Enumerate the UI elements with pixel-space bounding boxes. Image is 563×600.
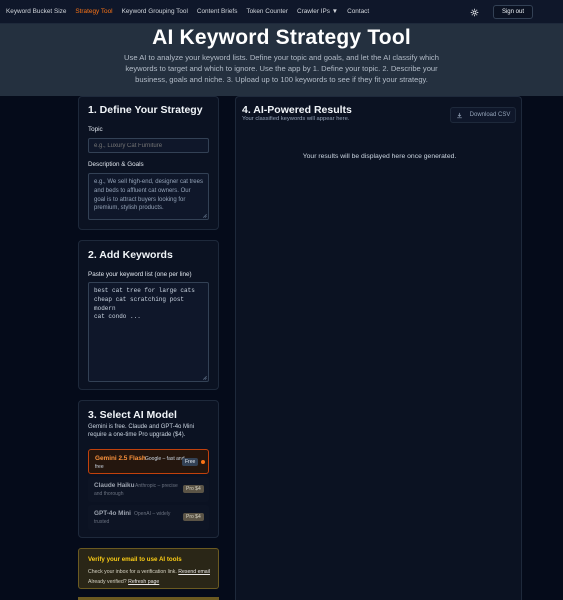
nav-strategy-tool[interactable]: Strategy Tool bbox=[75, 8, 112, 15]
selected-indicator-icon bbox=[201, 460, 205, 464]
page-subtitle: Use AI to analyze your keyword lists. De… bbox=[124, 53, 439, 84]
sign-out-button[interactable]: Sign out bbox=[492, 5, 533, 19]
results-subtitle: Your classified keywords will appear her… bbox=[242, 116, 350, 122]
keyword-list-placeholder: best cat tree for large cats cheap cat s… bbox=[94, 287, 195, 321]
refresh-page-link[interactable]: Refresh page bbox=[128, 579, 159, 585]
define-strategy-card: 1. Define Your Strategy Topic Descriptio… bbox=[78, 96, 219, 230]
resize-handle-icon[interactable] bbox=[202, 375, 207, 380]
model-description: OpenAI – widely trusted bbox=[94, 511, 171, 525]
nav-crawler-ips-dropdown[interactable]: Crawler IPs ▼ bbox=[297, 8, 338, 15]
model-description: Anthropic – precise and thorough bbox=[94, 483, 178, 497]
results-empty-state: Your results will be displayed here once… bbox=[302, 153, 457, 160]
select-model-card: 3. Select AI Model Gemini is free. Claud… bbox=[78, 400, 219, 538]
keyword-list-textarea[interactable]: best cat tree for large cats cheap cat s… bbox=[88, 282, 209, 382]
topic-label: Topic bbox=[88, 126, 103, 133]
pro-badge: Pro $4 bbox=[183, 513, 204, 521]
model-option-gemini[interactable]: Gemini 2.5 Flash Google – fast and free … bbox=[88, 449, 209, 474]
pro-badge: Pro $4 bbox=[183, 485, 204, 493]
free-badge: Free bbox=[182, 458, 199, 466]
page-title: AI Keyword Strategy Tool bbox=[152, 26, 411, 49]
topic-input[interactable] bbox=[88, 138, 209, 153]
download-csv-button[interactable]: Download CSV bbox=[450, 107, 516, 123]
add-keywords-title: 2. Add Keywords bbox=[88, 249, 173, 261]
verify-line-1: Check your inbox for a verification link… bbox=[88, 569, 177, 575]
add-keywords-card: 2. Add Keywords Paste your keyword list … bbox=[78, 240, 219, 390]
resend-email-link[interactable]: Resend email bbox=[178, 569, 210, 575]
nav-token-counter[interactable]: Token Counter bbox=[246, 8, 288, 15]
results-title: 4. AI-Powered Results bbox=[242, 104, 352, 116]
top-nav: Keyword Bucket Size Strategy Tool Keywor… bbox=[0, 0, 563, 24]
results-card: 4. AI-Powered Results Your classified ke… bbox=[235, 96, 522, 600]
verify-email-title: Verify your email to use AI tools bbox=[88, 556, 182, 563]
verify-line-2: Already verified? bbox=[88, 579, 127, 585]
description-placeholder: e.g., We sell high-end, designer cat tre… bbox=[94, 179, 203, 212]
download-csv-label: Download CSV bbox=[469, 112, 511, 118]
model-option-gpt[interactable]: GPT-4o Mini OpenAI – widely trusted Pro … bbox=[88, 505, 209, 530]
download-icon bbox=[456, 112, 462, 118]
theme-toggle-sun-icon[interactable] bbox=[469, 6, 481, 18]
resize-handle-icon[interactable] bbox=[202, 213, 207, 218]
description-label: Description & Goals bbox=[88, 161, 144, 168]
nav-content-briefs[interactable]: Content Briefs bbox=[197, 8, 238, 15]
nav-contact[interactable]: Contact bbox=[347, 8, 369, 15]
verify-email-notice: Verify your email to use AI tools Check … bbox=[78, 548, 219, 589]
verify-email-text: Check your inbox for a verification link… bbox=[88, 567, 216, 587]
select-model-subtitle: Gemini is free. Claude and GPT-4o Mini r… bbox=[88, 424, 195, 439]
nav-actions: Sign out bbox=[469, 5, 533, 19]
model-description: Google – fast and free bbox=[95, 456, 185, 470]
select-model-title: 3. Select AI Model bbox=[88, 409, 177, 421]
hero-banner: AI Keyword Strategy Tool Use AI to analy… bbox=[0, 24, 563, 96]
define-strategy-title: 1. Define Your Strategy bbox=[88, 104, 203, 116]
nav-keyword-bucket-size[interactable]: Keyword Bucket Size bbox=[6, 8, 66, 15]
description-textarea[interactable]: e.g., We sell high-end, designer cat tre… bbox=[88, 173, 209, 220]
model-option-claude[interactable]: Claude Haiku Anthropic – precise and tho… bbox=[88, 477, 209, 502]
keyword-list-label: Paste your keyword list (one per line) bbox=[88, 271, 192, 278]
nav-keyword-grouping-tool[interactable]: Keyword Grouping Tool bbox=[122, 8, 188, 15]
